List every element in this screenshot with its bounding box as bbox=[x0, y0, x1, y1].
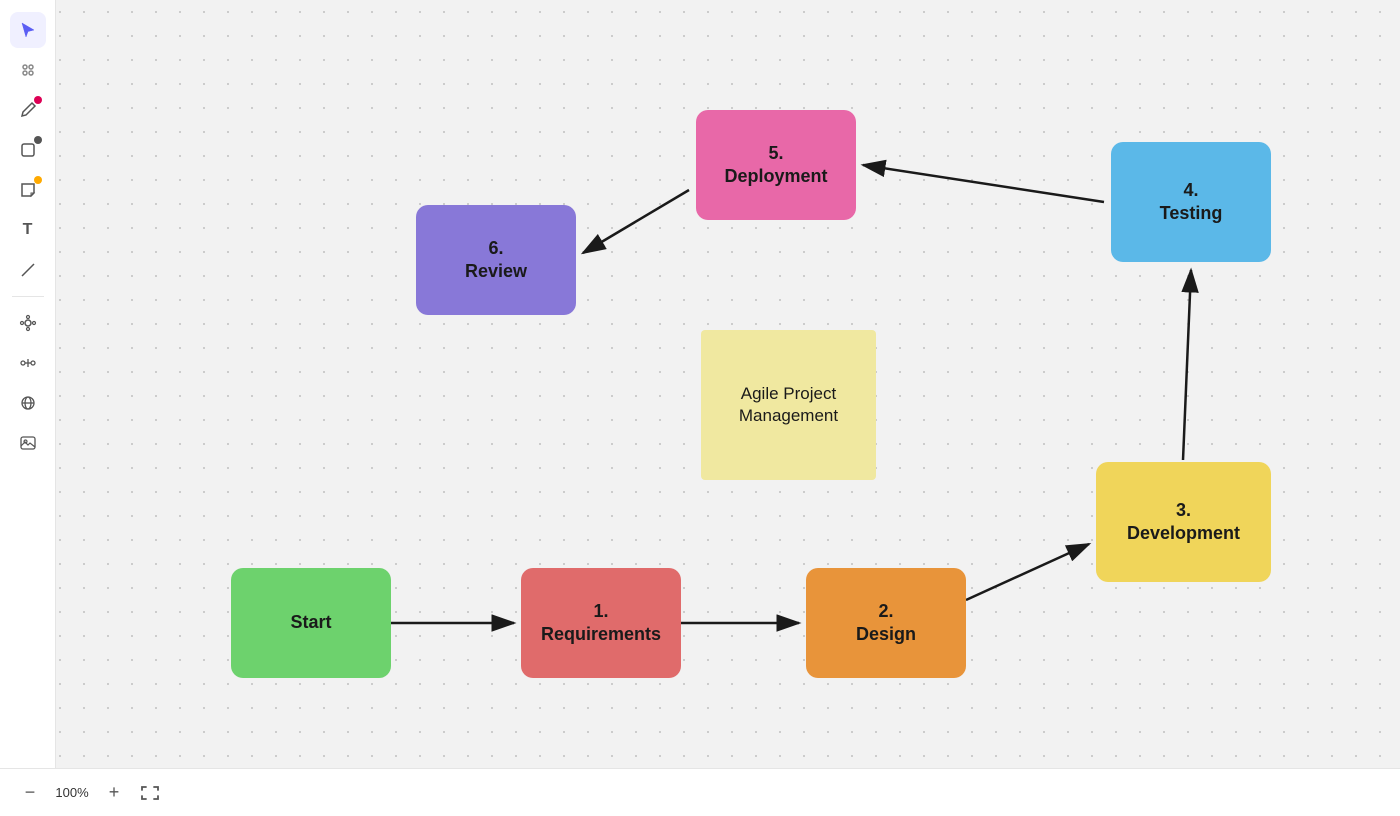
line-tool[interactable] bbox=[10, 252, 46, 288]
node-requirements[interactable]: 1.Requirements bbox=[521, 568, 681, 678]
globe-tool[interactable] bbox=[10, 385, 46, 421]
sidebar: T bbox=[0, 0, 56, 816]
pen-dot bbox=[34, 96, 42, 104]
fit-icon bbox=[140, 785, 160, 801]
bottom-bar: − 100% + bbox=[0, 768, 1400, 816]
arrow-design-dev bbox=[966, 544, 1089, 600]
node-start[interactable]: Start bbox=[231, 568, 391, 678]
node-agile[interactable]: Agile ProjectManagement bbox=[701, 330, 876, 480]
sticky-dot bbox=[34, 176, 42, 184]
arrow-dev-testing bbox=[1183, 270, 1191, 460]
node-testing[interactable]: 4.Testing bbox=[1111, 142, 1271, 262]
shape-dot bbox=[34, 136, 42, 144]
zoom-level-label: 100% bbox=[52, 785, 92, 800]
zoom-out-button[interactable]: − bbox=[16, 779, 44, 807]
node-design[interactable]: 2.Design bbox=[806, 568, 966, 678]
node-review[interactable]: 6.Review bbox=[416, 205, 576, 315]
text-icon: T bbox=[23, 221, 33, 239]
node-testing-label: 4.Testing bbox=[1160, 179, 1223, 226]
zoom-in-icon: + bbox=[109, 782, 120, 803]
sidebar-divider bbox=[12, 296, 44, 297]
select-tool[interactable] bbox=[10, 12, 46, 48]
canvas-area[interactable]: Start 1.Requirements 2.Design 3.Developm… bbox=[56, 0, 1400, 768]
pen-tool[interactable] bbox=[10, 92, 46, 128]
zoom-in-button[interactable]: + bbox=[100, 779, 128, 807]
node-dev-label: 3.Development bbox=[1127, 499, 1240, 546]
component-tool[interactable] bbox=[10, 305, 46, 341]
fit-screen-button[interactable] bbox=[136, 779, 164, 807]
text-tool[interactable]: T bbox=[10, 212, 46, 248]
node-design-label: 2.Design bbox=[856, 600, 916, 647]
node-development[interactable]: 3.Development bbox=[1096, 462, 1271, 582]
sticky-tool[interactable] bbox=[10, 172, 46, 208]
node-deploy-label: 5.Deployment bbox=[724, 142, 827, 189]
node-req-label: 1.Requirements bbox=[541, 600, 661, 647]
shape-tool[interactable] bbox=[10, 132, 46, 168]
connect-tool[interactable] bbox=[10, 345, 46, 381]
arrow-testing-deploy bbox=[863, 165, 1104, 202]
node-start-label: Start bbox=[290, 611, 331, 634]
arrow-deploy-review bbox=[583, 190, 689, 253]
hand-tool[interactable] bbox=[10, 52, 46, 88]
node-deployment[interactable]: 5.Deployment bbox=[696, 110, 856, 220]
node-review-label: 6.Review bbox=[465, 237, 527, 284]
node-agile-label: Agile ProjectManagement bbox=[739, 383, 838, 427]
image-tool[interactable] bbox=[10, 425, 46, 461]
zoom-out-icon: − bbox=[25, 782, 36, 803]
